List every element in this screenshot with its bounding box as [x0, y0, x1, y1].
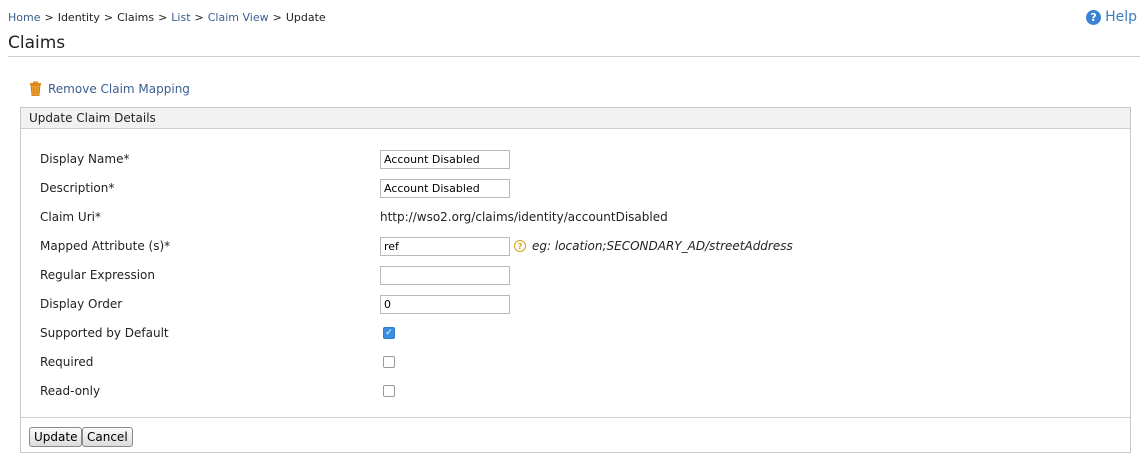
- remove-claim-mapping-link[interactable]: Remove Claim Mapping: [29, 81, 190, 96]
- form-row-supported-by-default: Supported by Default ✓: [21, 322, 1130, 344]
- breadcrumb-separator: >: [158, 11, 168, 24]
- mapped-attribute-input[interactable]: [380, 236, 510, 256]
- breadcrumb-identity: Identity: [57, 11, 100, 24]
- regular-expression-input[interactable]: [380, 265, 510, 285]
- description-input[interactable]: [380, 178, 510, 198]
- form-row-mapped-attribute: Mapped Attribute (s)* ? eg: location;SEC…: [21, 235, 1130, 257]
- breadcrumb-separator: >: [194, 11, 204, 24]
- update-button[interactable]: Update: [29, 427, 83, 447]
- form-row-display-name: Display Name*: [21, 148, 1130, 170]
- form-row-description: Description*: [21, 177, 1130, 199]
- breadcrumb-home[interactable]: Home: [8, 11, 40, 24]
- required-checkbox[interactable]: [383, 356, 395, 368]
- title-divider: [8, 56, 1140, 57]
- cancel-button[interactable]: Cancel: [82, 427, 133, 447]
- mapped-attribute-hint: eg: location;SECONDARY_AD/streetAddress: [532, 239, 793, 253]
- page-title: Claims: [8, 33, 66, 53]
- supported-by-default-checkbox[interactable]: ✓: [383, 327, 395, 339]
- remove-claim-mapping-label: Remove Claim Mapping: [48, 81, 190, 96]
- read-only-checkbox[interactable]: [383, 385, 395, 397]
- required-label: Required: [40, 355, 94, 369]
- display-name-input[interactable]: [380, 149, 510, 169]
- help-link[interactable]: ? Help: [1086, 9, 1137, 25]
- help-icon: ?: [1086, 9, 1102, 25]
- breadcrumb-separator: >: [103, 11, 114, 24]
- panel-title: Update Claim Details: [21, 108, 1130, 129]
- form-row-regular-expression: Regular Expression: [21, 264, 1130, 286]
- breadcrumb-claim-view[interactable]: Claim View: [208, 11, 269, 24]
- supported-by-default-label: Supported by Default: [40, 326, 169, 340]
- breadcrumb: Home > Identity > Claims > List > Claim View > Upd…: [8, 11, 326, 24]
- help-label: Help: [1105, 9, 1137, 25]
- display-name-label: Display Name*: [40, 152, 130, 166]
- form-row-claim-uri: Claim Uri* http://wso2.org/claims/identi…: [21, 206, 1130, 228]
- trash-icon: [30, 81, 41, 96]
- form-row-read-only: Read-only: [21, 380, 1130, 402]
- claim-uri-label: Claim Uri*: [40, 210, 101, 224]
- mapped-attribute-label: Mapped Attribute (s)*: [40, 239, 171, 253]
- breadcrumb-list[interactable]: List: [171, 11, 190, 24]
- display-order-input[interactable]: [380, 294, 510, 314]
- panel-footer: Update Cancel: [21, 417, 1130, 452]
- form-row-display-order: Display Order: [21, 293, 1130, 315]
- breadcrumb-separator: >: [272, 11, 282, 24]
- breadcrumb-claims: Claims: [117, 11, 155, 24]
- breadcrumb-separator: >: [44, 11, 54, 24]
- breadcrumb-current: Update: [285, 11, 326, 24]
- form-row-required: Required: [21, 351, 1130, 373]
- regular-expression-label: Regular Expression: [40, 268, 155, 282]
- claim-uri-value: http://wso2.org/claims/identity/accountD…: [380, 210, 668, 224]
- display-order-label: Display Order: [40, 297, 123, 311]
- hint-icon: ?: [514, 240, 526, 252]
- description-label: Description*: [40, 181, 115, 195]
- update-claim-panel: Update Claim Details Display Name* Descr…: [20, 107, 1131, 453]
- read-only-label: Read-only: [40, 384, 101, 398]
